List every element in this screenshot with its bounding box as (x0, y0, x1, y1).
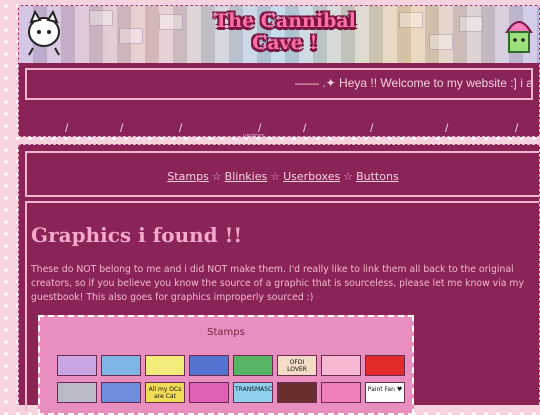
stamp-text: All my OCs are Cat (148, 386, 182, 400)
stamp-blue-faces[interactable] (189, 355, 229, 376)
stamps-heading: Stamps (207, 327, 245, 338)
banner-tile (159, 14, 183, 30)
stamp-all-my-friends[interactable]: All my OCs are Cat (145, 382, 185, 403)
banner-tile (119, 28, 143, 44)
banner-tile (399, 12, 423, 28)
stamps-panel: Stamps OFDI LOVER All my OCs are Cat TRANS… (38, 315, 414, 415)
stamp-blue-dots[interactable] (101, 382, 141, 403)
stamp-text: Paint Fan ♥ (367, 386, 403, 393)
cupcake-character-icon (505, 21, 533, 53)
stamp-blue-character[interactable] (101, 355, 141, 376)
star-separator: ☆ (211, 170, 222, 183)
site-banner: The Cannibal Cave ! (19, 6, 539, 63)
site-title: The Cannibal Cave ! (214, 10, 356, 54)
content-box: Graphics i found !! These do NOT belong … (25, 201, 539, 415)
stamp-eyes[interactable] (277, 382, 317, 403)
banner-tile (89, 10, 113, 26)
graphics-links-box: Stamps ☆ Blinkies ☆ Userboxes ☆ Buttons (25, 151, 539, 197)
stamp-text: OFDI LOVER (287, 359, 307, 373)
nav-row: / / / / / / / / (19, 121, 539, 137)
nav-separator: / (515, 121, 519, 135)
main-frame: Stamps ☆ Blinkies ☆ Userboxes ☆ Buttons Graphi… (18, 144, 540, 415)
stamp-yellow-blob[interactable] (145, 355, 185, 376)
link-stamps[interactable]: Stamps (167, 170, 208, 183)
nav-separator: / (120, 121, 124, 135)
header-frame: The Cannibal Cave ! —— .✦ Heya !! Welcom… (18, 5, 540, 137)
stamp-pink-green[interactable] (189, 382, 229, 403)
nav-separator: / (303, 121, 307, 135)
star-separator: ☆ (270, 170, 281, 183)
star-separator: ☆ (343, 170, 354, 183)
stamp-ofdi-lover[interactable]: OFDI LOVER (277, 355, 317, 376)
nav-separator: / (445, 121, 449, 135)
graphics-links: Stamps ☆ Blinkies ☆ Userboxes ☆ Buttons (27, 170, 539, 183)
stamp-lavender-character[interactable] (57, 355, 97, 376)
cat-character-icon (28, 10, 60, 56)
stamp-gray-character[interactable] (57, 382, 97, 403)
stamp-text: TRANSMASC (235, 386, 273, 393)
stamp-pink-scene[interactable] (321, 355, 361, 376)
link-blinkies[interactable]: Blinkies (225, 170, 268, 183)
nav-separator: / (65, 121, 69, 135)
banner-tile (459, 16, 483, 32)
stamp-pink-hair[interactable] (321, 382, 361, 403)
link-userboxes[interactable]: Userboxes (283, 170, 340, 183)
page-title: Graphics i found !! (31, 223, 243, 247)
stamp-paint-fan[interactable]: Paint Fan ♥ (365, 382, 405, 403)
marquee-text: —— .✦ Heya !! Welcome to my website :] i… (295, 76, 533, 90)
welcome-marquee: —— .✦ Heya !! Welcome to my website :] i… (25, 68, 533, 100)
stamp-trans-flag[interactable]: TRANSMASC (233, 382, 273, 403)
intro-text: These do NOT belong to me and i did NOT … (31, 264, 524, 303)
stamp-red-smiley[interactable] (365, 355, 405, 376)
nav-separator: / (179, 121, 183, 135)
link-buttons[interactable]: Buttons (356, 170, 399, 183)
stamp-green-creature[interactable] (233, 355, 273, 376)
banner-tile (429, 34, 453, 50)
nav-separator: / (370, 121, 374, 135)
visitors-label: visitors (243, 133, 265, 140)
